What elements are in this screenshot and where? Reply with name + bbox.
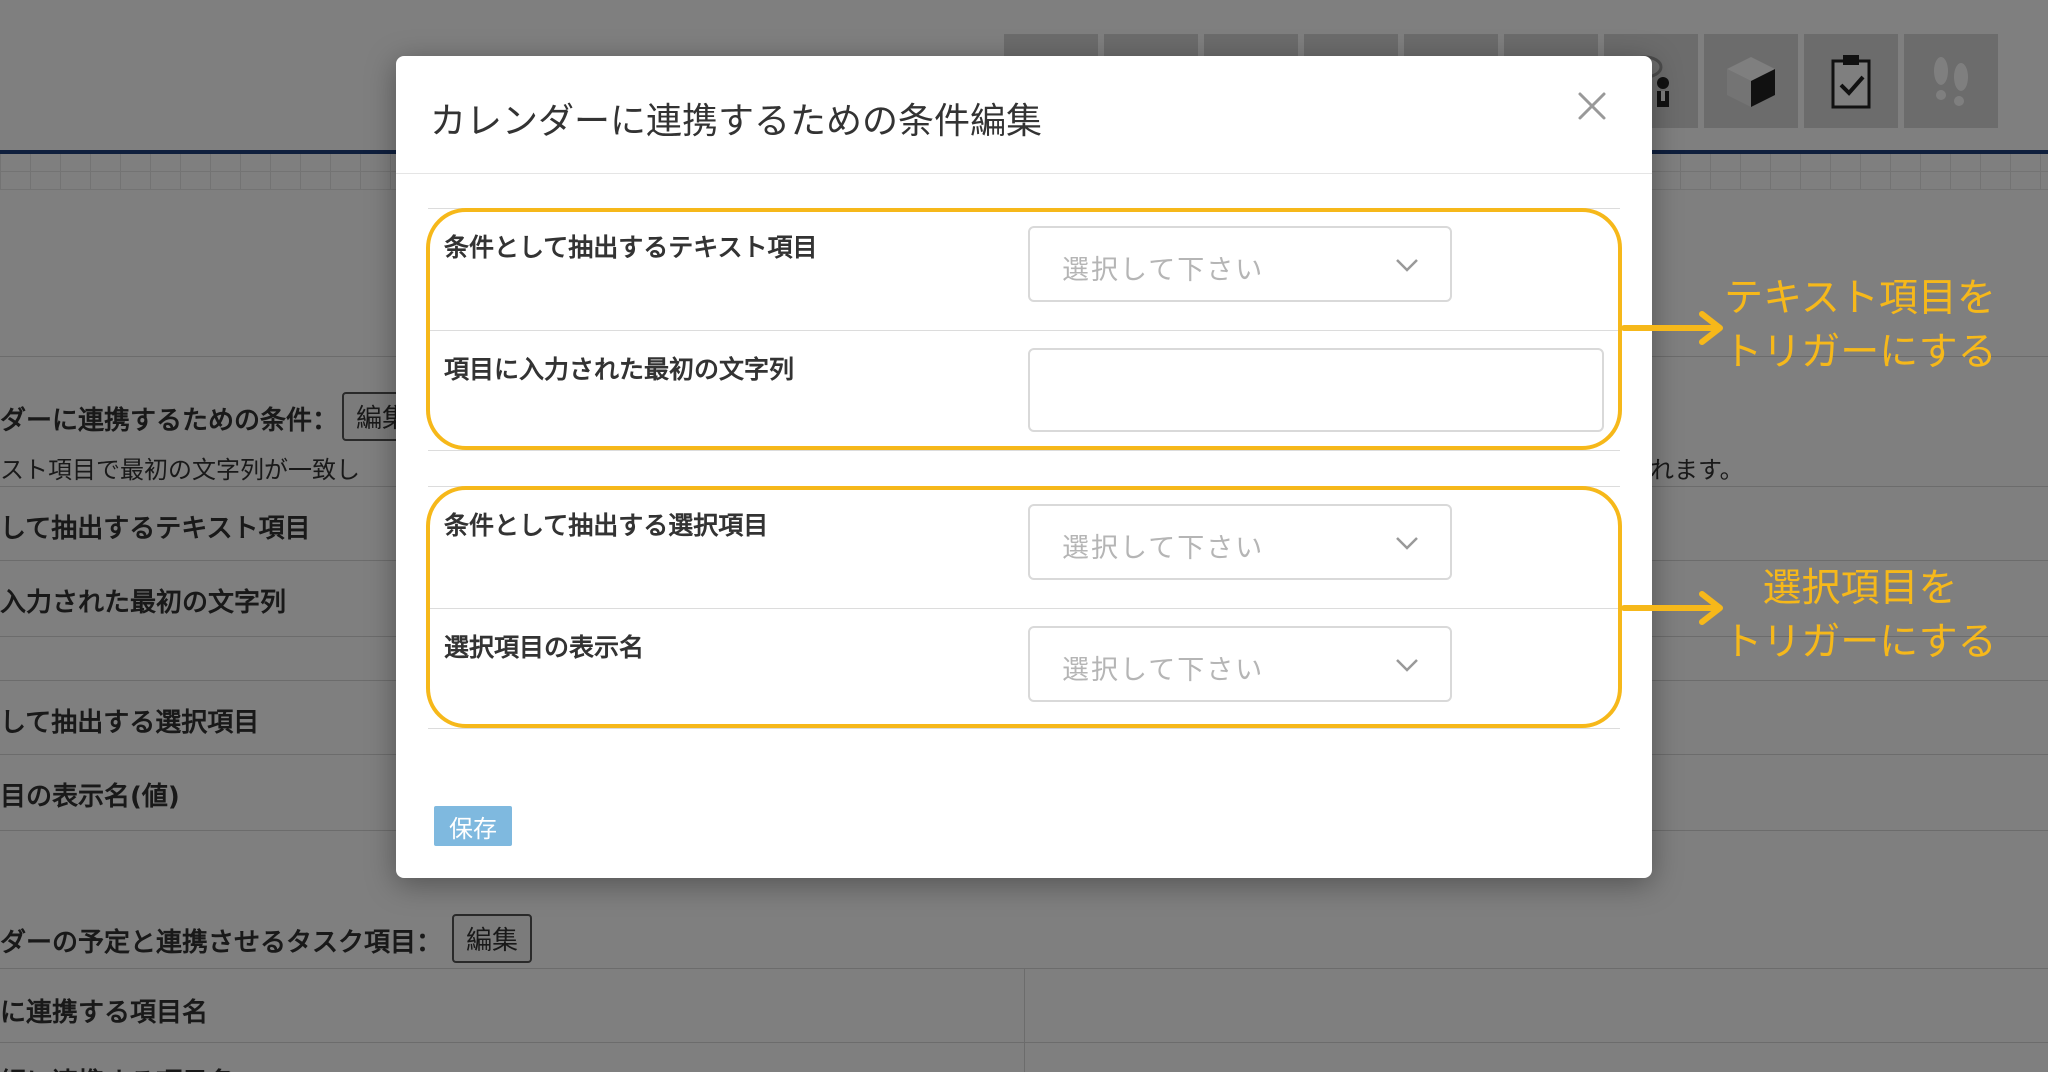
select-trigger-annotation: 選択項目を トリガーにする	[1710, 562, 2010, 670]
display-name-select[interactable]: 選択して下さい	[1028, 626, 1452, 702]
select-field-label: 条件として抽出する選択項目	[444, 511, 769, 540]
text-field-label: 条件として抽出するテキスト項目	[444, 233, 818, 262]
save-button[interactable]: 保存	[434, 806, 512, 846]
select-placeholder: 選択して下さい	[1062, 655, 1265, 686]
chevron-down-icon	[1396, 659, 1418, 672]
first-string-input[interactable]	[1028, 348, 1604, 432]
row-divider	[428, 608, 1620, 609]
select-field-select[interactable]: 選択して下さい	[1028, 504, 1452, 580]
annotation-line: トリガーにする	[1723, 620, 1997, 665]
modal-title: カレンダーに連携するための条件編集	[430, 101, 1043, 142]
annotation-line: テキスト項目を	[1724, 276, 1996, 321]
annotation-line: 選択項目を	[1762, 566, 1958, 611]
select-placeholder: 選択して下さい	[1062, 255, 1265, 286]
row-divider	[428, 450, 1620, 451]
select-placeholder: 選択して下さい	[1062, 533, 1265, 564]
chevron-down-icon	[1396, 259, 1418, 272]
text-field-select[interactable]: 選択して下さい	[1028, 226, 1452, 302]
display-name-label: 選択項目の表示名	[444, 633, 645, 662]
condition-edit-modal: カレンダーに連携するための条件編集 条件として抽出するテキスト項目 選択して下さ…	[396, 56, 1652, 878]
first-string-label: 項目に入力された最初の文字列	[444, 355, 795, 384]
row-divider	[428, 486, 1620, 487]
row-divider	[428, 208, 1620, 209]
modal-header: カレンダーに連携するための条件編集	[396, 56, 1652, 174]
annotation-line: トリガーにする	[1723, 330, 1997, 375]
close-icon[interactable]	[1572, 86, 1612, 126]
chevron-down-icon	[1396, 537, 1418, 550]
row-divider	[428, 330, 1620, 331]
row-divider	[428, 728, 1620, 729]
text-trigger-annotation: テキスト項目を トリガーにする	[1710, 272, 2010, 380]
